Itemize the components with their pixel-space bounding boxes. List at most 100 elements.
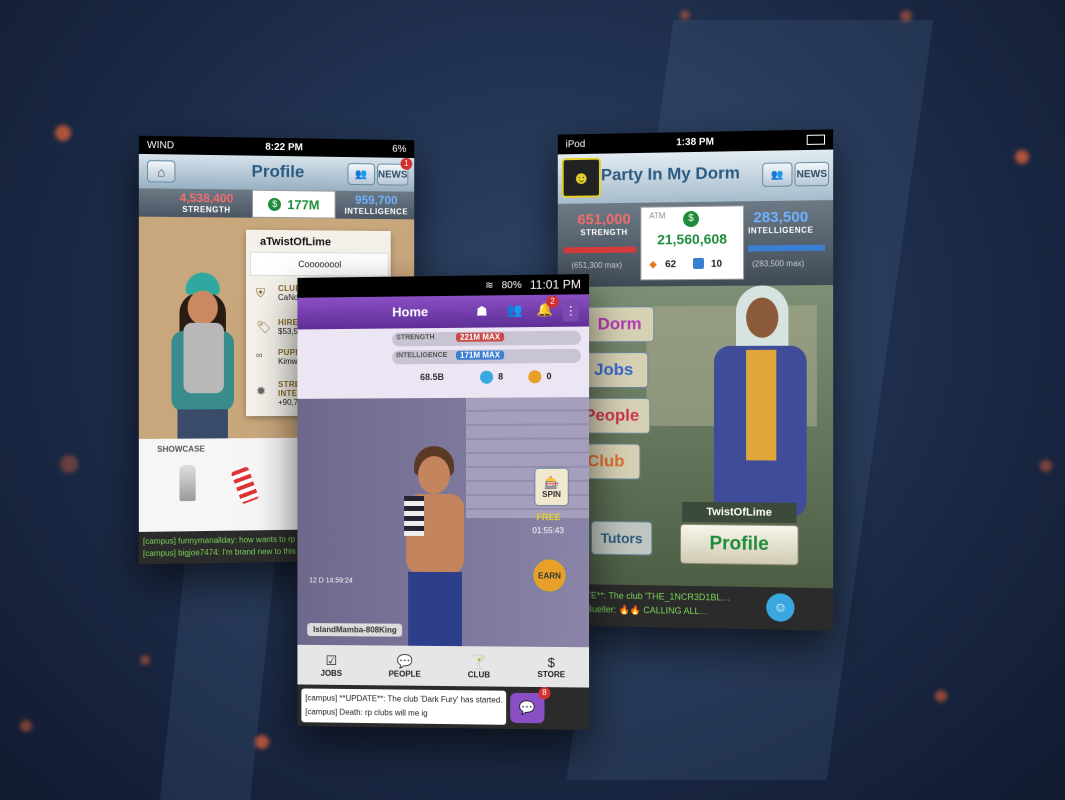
friends-button[interactable]: 👥 <box>347 163 375 185</box>
strength-stat: 651,000 STRENGTH <box>577 211 630 237</box>
showcase-item-trophy[interactable] <box>179 465 195 501</box>
ticket-icon <box>480 371 493 384</box>
intelligence-max: 171M MAX <box>456 350 504 359</box>
nav-store[interactable]: $ STORE <box>537 655 565 679</box>
bokeh-dot <box>680 10 690 20</box>
ticket-icon <box>693 258 704 269</box>
player-avatar[interactable] <box>157 272 248 439</box>
chat-bar[interactable]: UPDATE**: The club 'THE_1NCR3D1BL… _crp_… <box>558 584 833 631</box>
chat-bubble-button[interactable]: ☺ <box>766 593 794 622</box>
nav-people[interactable]: 💬 PEOPLE <box>389 653 421 678</box>
nav-club[interactable]: 🍸 CLUB <box>468 654 490 679</box>
atm-box[interactable]: ATM $ 21,560,608 ◆ 62 10 <box>640 205 744 280</box>
strength-bar <box>564 247 637 254</box>
intelligence-value: 283,500 <box>748 208 813 226</box>
player-avatar[interactable] <box>390 446 480 646</box>
menu-jobs-button[interactable]: Jobs <box>579 352 648 388</box>
earn-button[interactable]: EARN <box>532 558 566 592</box>
chat-badge: 8 <box>538 687 550 699</box>
clock-text: 11:01 PM <box>530 277 581 292</box>
people-icon: 👥 <box>771 169 784 180</box>
bokeh-dot <box>935 690 947 702</box>
stat-bars: STRENGTH 221M MAX INTELLIGENCE 171M MAX … <box>297 327 589 399</box>
bokeh-dot <box>900 10 912 22</box>
app-logo: ☻ <box>562 158 601 198</box>
news-label: NEWS <box>797 168 827 180</box>
gem-count: 62 <box>665 259 676 270</box>
more-menu-icon[interactable]: ⋮ <box>563 299 579 321</box>
avatar-scarf <box>184 323 224 394</box>
money-box: $ 177M <box>252 190 336 219</box>
menu-people-label: People <box>584 406 639 426</box>
nav-club-label: CLUB <box>468 670 490 679</box>
strength-stat: 4,538,400 STRENGTH <box>179 191 233 215</box>
currency-row: 68.5B 8 0 <box>392 369 583 388</box>
phone-dorm-screen: iPod 1:38 PM ☻ Party In My Dorm 👥 NEWS 6… <box>558 129 833 630</box>
people-icon: 👥 <box>355 169 367 180</box>
status-message: Coooooool <box>298 259 341 269</box>
strength-label: STRENGTH <box>396 334 434 341</box>
ticket-count: 8 <box>498 372 503 382</box>
atm-value: 21,560,608 <box>641 230 743 247</box>
chat-bar[interactable]: [campus] **UPDATE**: The club 'Dark Fury… <box>297 684 589 729</box>
dollar-icon: $ <box>683 211 699 227</box>
bokeh-dot <box>1040 460 1052 472</box>
bokeh-dot <box>140 655 150 665</box>
showcase-label: SHOWCASE <box>157 445 205 454</box>
dollar-icon: $ <box>268 197 281 210</box>
menu-jobs-label: Jobs <box>594 360 633 380</box>
intelligence-bar <box>748 245 825 252</box>
menu-tutors-button[interactable]: Tutors <box>591 521 652 556</box>
cocktail-icon: 🍸 <box>468 654 490 670</box>
spin-label: SPIN <box>542 489 561 498</box>
strength-row: STRENGTH 221M MAX <box>392 331 581 347</box>
menu-club-label: Club <box>587 451 624 471</box>
profile-button-label: Profile <box>709 533 768 556</box>
chat-people-icon: 💬 <box>389 653 421 669</box>
phone-home-screen: ≋ 80% 11:01 PM Home ☗ 👥 🔔 2 ⋮ STRENGTH 2… <box>297 274 589 730</box>
home-header: Home ☗ 👥 🔔 2 ⋮ <box>297 294 589 329</box>
news-label: NEWS <box>378 169 407 180</box>
clock-text: 1:38 PM <box>676 136 714 148</box>
earn-label: EARN <box>538 571 561 580</box>
coin-count: 0 <box>546 371 551 381</box>
free-label: FREE <box>536 512 560 522</box>
checklist-icon: ☑ <box>321 652 342 668</box>
bokeh-dot <box>255 735 269 749</box>
menu-dorm-label: Dorm <box>598 314 642 334</box>
room-scene: 🎰 SPIN FREE 01:55:43 EARN 12 D 14:59:24 … <box>297 397 589 647</box>
friends-icon[interactable]: 👥 <box>506 302 522 318</box>
nav-store-label: STORE <box>537 670 565 679</box>
money-value: 177M <box>287 197 319 212</box>
showcase-item-socks[interactable] <box>231 466 260 504</box>
nav-jobs[interactable]: ☑ JOBS <box>321 652 342 677</box>
strength-value: 4,538,400 <box>179 191 233 206</box>
chat-line: _crp_ Bueller: 🔥🔥 CALLING ALL… <box>562 604 756 618</box>
device-text: iPod <box>566 139 586 150</box>
friends-button[interactable]: 👥 <box>762 162 792 187</box>
intelligence-label: INTELLIGENCE <box>748 226 813 236</box>
news-button[interactable]: NEWS <box>795 162 830 187</box>
rank-icon[interactable]: ☗ <box>476 303 488 319</box>
avatar-pants <box>408 572 462 652</box>
menu-dorm-button[interactable]: Dorm <box>585 306 654 342</box>
status-message-box[interactable]: Coooooool <box>250 252 389 277</box>
strength-label: STRENGTH <box>179 205 233 215</box>
dorm-scene: Dorm Jobs People Club Tutors TwistOfLime… <box>558 285 833 588</box>
bokeh-dot <box>1015 150 1029 164</box>
avatar-head <box>188 291 218 325</box>
intelligence-stat: 283,500 INTELLIGENCE <box>748 208 813 235</box>
strength-label: STRENGTH <box>577 228 630 238</box>
intelligence-label: INTELLIGENCE <box>344 207 408 217</box>
clock-text: 8:22 PM <box>265 141 303 153</box>
spin-button[interactable]: 🎰 SPIN <box>534 468 568 506</box>
gem-icon: ◆ <box>649 259 657 270</box>
strength-max: 221M MAX <box>456 332 504 341</box>
profile-button[interactable]: Profile <box>680 524 799 566</box>
strength-value: 651,000 <box>577 211 630 229</box>
nav-people-label: PEOPLE <box>389 669 421 678</box>
glasses-icon: ∞ <box>256 350 262 360</box>
dorm-stats-panel: 651,000 STRENGTH (651,300 max) ATM $ 21,… <box>558 200 833 287</box>
ticket-count: 10 <box>711 259 722 270</box>
notification-badge: 2 <box>546 296 558 308</box>
